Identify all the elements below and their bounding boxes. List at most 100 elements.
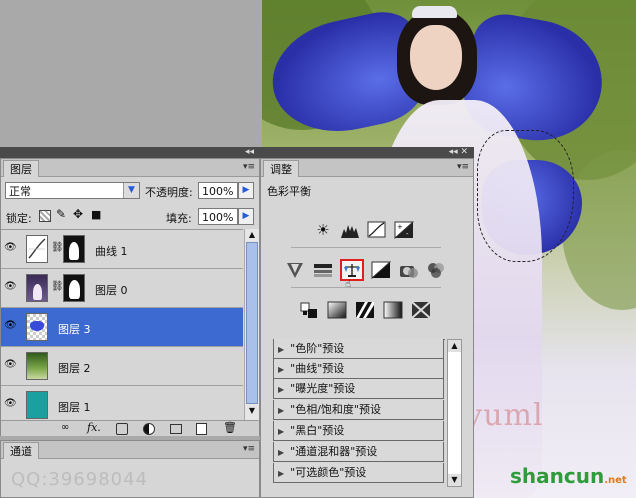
panel-menu-icon[interactable]: ▾≡ [457, 162, 469, 172]
expand-triangle-icon[interactable]: ▶ [278, 443, 284, 462]
scroll-up-icon[interactable]: ▲ [245, 229, 259, 241]
layer-row-layer-3[interactable]: 👁 图层 3 [1, 308, 243, 347]
layers-panel: 图层 ▾≡ 正常 ▼ 不透明度: 100% ▶ 锁定: ✎ ✥ ■ 填充: 10… [0, 158, 260, 436]
girl-face [410, 25, 462, 90]
layer-name[interactable]: 图层 0 [95, 282, 128, 298]
threshold-icon[interactable] [355, 301, 375, 319]
site-watermark: shancun.net [510, 464, 636, 498]
selective-color-icon[interactable] [411, 301, 431, 319]
expand-triangle-icon[interactable]: ▶ [278, 380, 284, 399]
expand-triangle-icon[interactable]: ▶ [278, 401, 284, 420]
layer-row-layer-2[interactable]: 👁 图层 2 [1, 347, 243, 386]
layer-name[interactable]: 图层 2 [58, 360, 91, 376]
tab-adjustments[interactable]: 调整 [263, 160, 299, 177]
new-adjustment-layer-icon[interactable] [143, 423, 155, 435]
preset-selective-color[interactable]: ▶ "可选颜色"预设 [273, 463, 444, 483]
tab-layers[interactable]: 图层 [3, 160, 39, 177]
collapse-icon[interactable]: ◂◂ ✕ [260, 147, 474, 158]
blend-mode-select[interactable]: 正常 ▼ [5, 182, 140, 199]
new-layer-icon[interactable] [196, 423, 207, 435]
preset-scrollbar[interactable]: ▲ ▼ [447, 339, 462, 487]
layer-list[interactable]: 👁 ⛓ 曲线 1 👁 ⛓ 图层 0 👁 图层 3 👁 图层 2 👁 图层 1 [1, 229, 243, 426]
black-white-icon[interactable] [371, 261, 392, 280]
panel-menu-icon[interactable]: ▾≡ [243, 162, 255, 172]
layer-mask-thumbnail[interactable] [63, 274, 85, 302]
channels-tabbar: 通道 ▾≡ [1, 441, 259, 459]
expand-triangle-icon[interactable]: ▶ [278, 422, 284, 441]
lock-brush-icon[interactable]: ✎ [56, 207, 66, 221]
levels-icon[interactable] [340, 221, 360, 239]
preset-curves[interactable]: ▶ "曲线"预设 [273, 359, 444, 379]
layer-name[interactable]: 图层 3 [58, 321, 91, 337]
lock-all-icon[interactable]: ■ [91, 208, 101, 221]
hue-saturation-icon[interactable] [313, 261, 333, 279]
fill-slider-button[interactable]: ▶ [238, 208, 254, 225]
eye-icon[interactable]: 👁 [4, 320, 18, 332]
opacity-value: 100% [202, 185, 234, 198]
chain-link-icon[interactable]: ⛓ [51, 281, 64, 292]
trash-icon[interactable]: 🗑 [223, 421, 237, 434]
chain-link-icon[interactable]: ⛓ [51, 242, 64, 253]
color-balance-icon[interactable] [340, 259, 364, 281]
new-group-icon[interactable] [170, 424, 182, 434]
adjustments-panel-header-strip[interactable]: ◂◂ ✕ [260, 147, 474, 158]
layer-row-curves[interactable]: 👁 ⛓ 曲线 1 [1, 230, 243, 269]
opacity-label: 不透明度: [145, 186, 193, 199]
collapse-icon[interactable]: ◂◂ [0, 147, 260, 158]
lock-move-icon[interactable]: ✥ [73, 207, 83, 221]
layers-scrollbar[interactable]: ▲ ▼ [244, 229, 259, 423]
vibrance-icon[interactable] [285, 261, 305, 279]
tab-channels[interactable]: 通道 [3, 442, 39, 459]
layer-name[interactable]: 曲线 1 [95, 243, 128, 259]
expand-triangle-icon[interactable]: ▶ [278, 340, 284, 359]
brightness-contrast-icon[interactable]: ☀ [313, 221, 333, 239]
layer-mask-thumbnail[interactable] [63, 235, 85, 263]
expand-triangle-icon[interactable]: ▶ [278, 360, 284, 379]
preset-exposure[interactable]: ▶ "曝光度"预设 [273, 379, 444, 399]
scroll-up-icon[interactable]: ▲ [448, 340, 461, 352]
lock-transparency-icon[interactable] [39, 210, 51, 222]
preset-label: "黑白"预设 [290, 424, 345, 437]
channel-mixer-icon[interactable] [426, 261, 446, 279]
preset-hue-saturation[interactable]: ▶ "色相/饱和度"预设 [273, 400, 444, 420]
gradient-map-icon[interactable] [383, 301, 403, 319]
layers-panel-header-strip[interactable]: ◂◂ [0, 147, 260, 158]
channels-panel: 通道 ▾≡ QQ:39698044 [0, 440, 260, 498]
preset-levels[interactable]: ▶ "色阶"预设 [273, 339, 444, 359]
fill-label: 填充: [166, 212, 192, 225]
opacity-field[interactable]: 100% [198, 182, 238, 199]
layer-name[interactable]: 图层 1 [58, 399, 91, 415]
photo-filter-icon[interactable] [399, 261, 419, 279]
eye-icon[interactable]: 👁 [4, 281, 18, 293]
posterize-icon[interactable] [327, 301, 347, 319]
svg-text:+: + [397, 223, 403, 231]
link-layers-icon[interactable]: ∞ [61, 422, 69, 433]
fill-value: 100% [202, 211, 234, 224]
fx-icon[interactable]: fx. [87, 421, 101, 434]
preset-label: "可选颜色"预设 [290, 466, 367, 479]
preset-label: "色相/饱和度"预设 [290, 403, 381, 416]
preset-channel-mixer[interactable]: ▶ "通道混和器"预设 [273, 442, 444, 462]
layer-thumbnail [26, 352, 48, 380]
preset-black-white[interactable]: ▶ "黑白"预设 [273, 421, 444, 441]
exposure-icon[interactable]: + - [394, 221, 415, 240]
preset-label: "曲线"预设 [290, 362, 345, 375]
eye-icon[interactable]: 👁 [4, 359, 18, 371]
layer-row-layer-0[interactable]: 👁 ⛓ 图层 0 [1, 269, 243, 308]
blend-mode-value: 正常 [9, 185, 31, 198]
add-mask-icon[interactable] [116, 423, 128, 435]
fill-field[interactable]: 100% [198, 208, 238, 225]
scroll-down-icon[interactable]: ▼ [448, 474, 461, 486]
preset-label: "通道混和器"预设 [290, 445, 378, 458]
invert-icon[interactable] [299, 301, 319, 319]
opacity-slider-button[interactable]: ▶ [238, 182, 254, 199]
divider [291, 247, 441, 248]
scroll-thumb[interactable] [246, 242, 258, 404]
curves-icon[interactable] [367, 221, 387, 239]
scroll-down-icon[interactable]: ▼ [245, 405, 259, 417]
chevron-down-icon[interactable]: ▼ [123, 183, 139, 198]
eye-icon[interactable]: 👁 [4, 242, 18, 254]
panel-menu-icon[interactable]: ▾≡ [243, 444, 255, 454]
expand-triangle-icon[interactable]: ▶ [278, 464, 284, 483]
eye-icon[interactable]: 👁 [4, 398, 18, 410]
